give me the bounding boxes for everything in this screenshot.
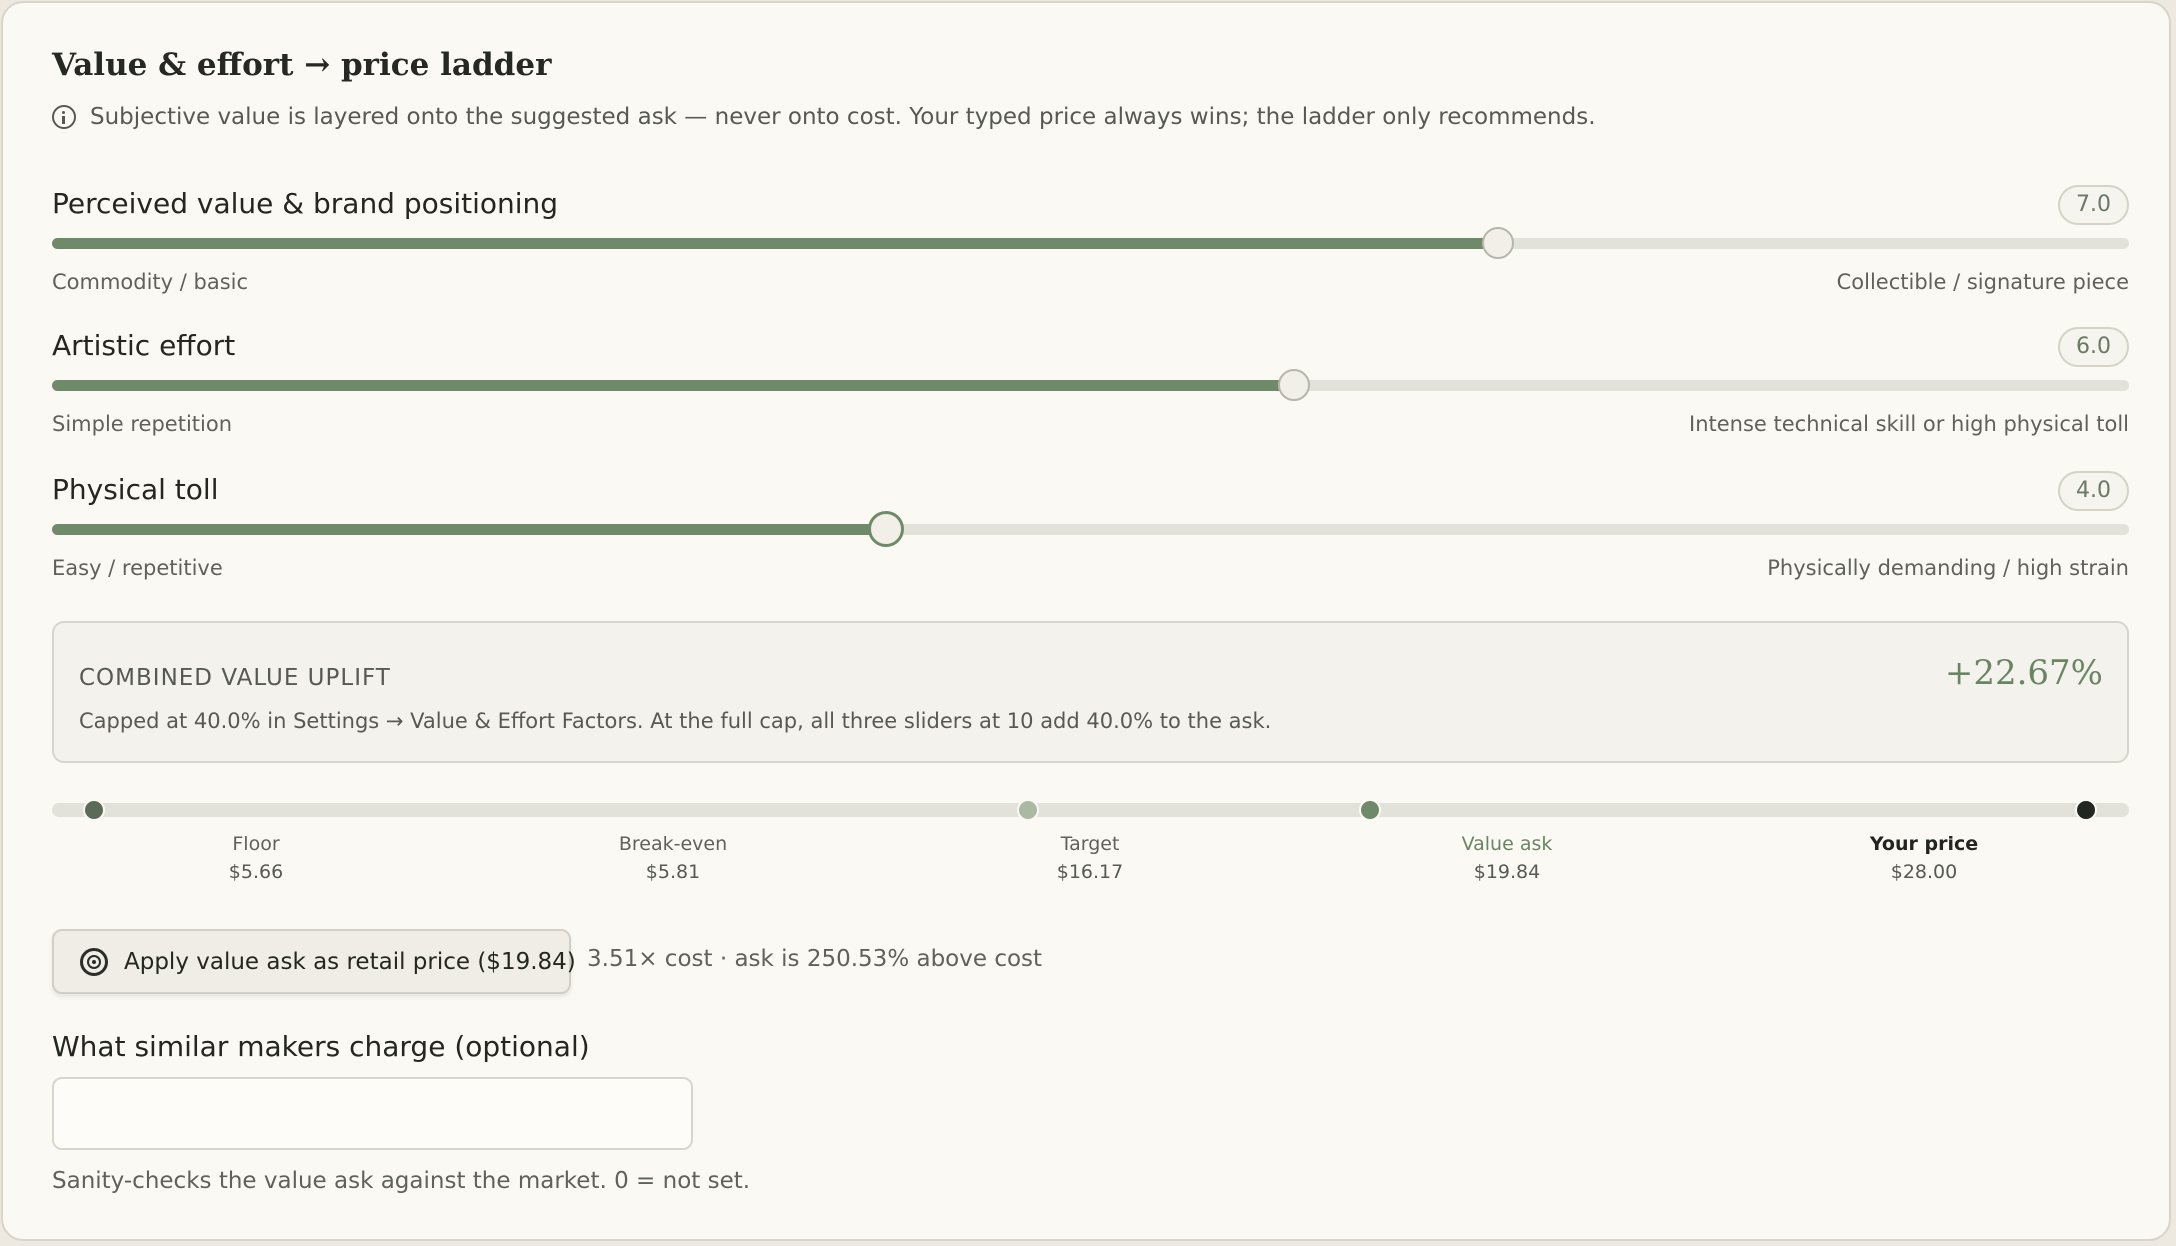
slider-fill <box>52 380 1294 391</box>
ladder-step-price: $19.84 <box>1473 861 1541 883</box>
slider-track[interactable] <box>52 524 2129 535</box>
ladder-step-price: $5.81 <box>645 861 701 883</box>
slider-artistic-effort: Artistic effort 6.0 Simple repetition In… <box>52 327 2129 449</box>
market-price-input[interactable] <box>52 1077 693 1150</box>
ladder-step-name: Break-even <box>618 833 728 855</box>
combined-uplift-panel: COMBINED VALUE UPLIFT +22.67% Capped at … <box>52 621 2129 763</box>
slider-max-hint: Collectible / signature piece <box>1836 270 2129 294</box>
slider-label: Physical toll <box>52 473 219 506</box>
info-note-text: Subjective value is layered onto the sug… <box>90 104 1596 130</box>
section-title: Value & effort → price ladder <box>52 47 552 83</box>
ladder-step-price: $16.17 <box>1056 861 1124 883</box>
ladder-step-value-ask: Value ask $19.84 <box>1357 833 1657 883</box>
slider-max-hint: Physically demanding / high strain <box>1767 556 2129 580</box>
apply-button-label: Apply value ask as retail price ($19.84) <box>124 948 576 975</box>
uplift-value: +22.67% <box>1944 653 2103 693</box>
slider-max-hint: Intense technical skill or high physical… <box>1689 412 2129 436</box>
slider-perceived-value: Perceived value & brand positioning 7.0 … <box>52 185 2129 307</box>
uplift-label: COMBINED VALUE UPLIFT <box>79 665 391 691</box>
info-icon <box>52 105 76 129</box>
uplift-description: Capped at 40.0% in Settings → Value & Ef… <box>79 709 1272 733</box>
price-ladder-track <box>52 803 2129 817</box>
target-icon <box>80 947 108 976</box>
market-price-label: What similar makers charge (optional) <box>52 1030 590 1063</box>
ladder-step-target: Target $16.17 <box>940 833 1240 883</box>
slider-handle[interactable] <box>868 511 904 547</box>
ladder-step-name: Target <box>1060 833 1120 855</box>
slider-value-badge: 6.0 <box>2058 327 2129 367</box>
slider-fill <box>52 524 886 535</box>
slider-label: Perceived value & brand positioning <box>52 187 559 220</box>
slider-track[interactable] <box>52 380 2129 391</box>
slider-fill <box>52 238 1498 249</box>
slider-handle[interactable] <box>1278 369 1310 401</box>
ladder-marker-value-ask <box>1359 799 1381 821</box>
slider-min-hint: Simple repetition <box>52 412 233 436</box>
ladder-step-break-even: Break-even $5.81 <box>523 833 823 883</box>
slider-track[interactable] <box>52 238 2129 249</box>
slider-physical-toll: Physical toll 4.0 Easy / repetitive Phys… <box>52 471 2129 593</box>
slider-min-hint: Commodity / basic <box>52 270 249 294</box>
ladder-marker-target <box>1017 799 1039 821</box>
market-price-hint: Sanity-checks the value ask against the … <box>52 1168 751 1194</box>
info-note: Subjective value is layered onto the sug… <box>52 104 1596 130</box>
ladder-step-name: Floor <box>232 833 280 855</box>
slider-min-hint: Easy / repetitive <box>52 556 223 580</box>
slider-value-badge: 4.0 <box>2058 471 2129 511</box>
slider-handle[interactable] <box>1482 227 1514 259</box>
ladder-step-name: Your price <box>1869 833 1979 855</box>
ladder-step-price: $28.00 <box>1890 861 1958 883</box>
slider-value-badge: 7.0 <box>2058 185 2129 225</box>
ladder-step-floor: Floor $5.66 <box>106 833 406 883</box>
slider-label: Artistic effort <box>52 329 236 362</box>
ladder-step-your-price: Your price $28.00 <box>1774 833 2074 883</box>
ladder-step-name: Value ask <box>1461 833 1553 855</box>
ladder-marker-floor <box>83 799 105 821</box>
ladder-step-price: $5.66 <box>228 861 284 883</box>
value-effort-card: Value & effort → price ladder Subjective… <box>1 1 2171 1241</box>
apply-value-ask-button[interactable]: Apply value ask as retail price ($19.84) <box>52 929 576 994</box>
ladder-marker-your-price <box>2075 799 2097 821</box>
cost-multiple-text: 3.51× cost · ask is 250.53% above cost <box>587 946 1043 972</box>
